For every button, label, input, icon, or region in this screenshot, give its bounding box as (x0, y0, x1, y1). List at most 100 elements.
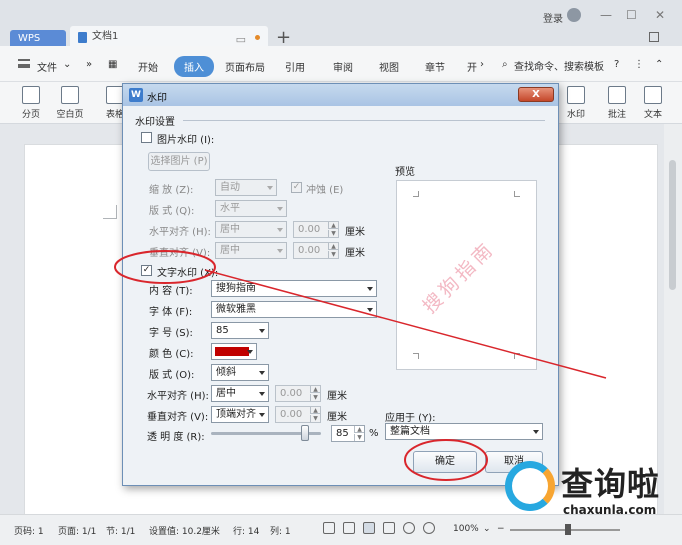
menu-item-home[interactable]: 开始 (138, 59, 158, 74)
close-button[interactable]: X (518, 87, 554, 102)
spin-up-icon[interactable]: ▲ (328, 243, 338, 250)
ribbon-label: 文本 (643, 110, 662, 120)
spin-down-icon[interactable]: ▼ (354, 434, 364, 441)
web-view-icon[interactable] (403, 522, 415, 534)
avatar-icon[interactable] (567, 8, 581, 22)
font-select[interactable]: 微软雅黑 (211, 301, 377, 318)
picture-valign-value: 居中 (220, 245, 240, 256)
picture-watermark-checkbox[interactable] (141, 132, 152, 143)
size-select[interactable]: 85 (211, 322, 269, 339)
minimize-icon[interactable]: — (600, 8, 612, 22)
grid-icon[interactable]: ▦ (108, 59, 117, 70)
command-search[interactable]: 查找命令、搜索模板 (514, 58, 604, 73)
scale-select[interactable]: 自动 (215, 179, 277, 196)
ribbon-watermark[interactable]: 水印 (561, 86, 591, 120)
washout-checkbox[interactable]: ✓ (291, 182, 302, 193)
picture-halign-select[interactable]: 居中 (215, 221, 287, 238)
chevron-down-icon[interactable]: ⌄ (483, 524, 491, 534)
menu-icon[interactable] (18, 59, 30, 68)
wps-logo-icon: W (129, 88, 143, 102)
close-window-icon[interactable]: ✕ (655, 8, 665, 22)
comment-icon (608, 86, 626, 104)
zoom-level[interactable]: 100% (453, 524, 479, 534)
status-page: 页码: 1 (14, 527, 44, 537)
magnifier-logo-icon (505, 461, 555, 511)
eye-protect-icon[interactable] (423, 522, 435, 534)
text-halign-label: 水平对齐 (H): (147, 391, 209, 402)
menu-item-layout[interactable]: 页面布局 (225, 59, 265, 74)
login-link[interactable]: 登录 (543, 10, 563, 25)
ribbon-comment[interactable]: 批注 (603, 86, 631, 120)
text-layout-select[interactable]: 倾斜 (211, 364, 269, 381)
page-view-icon[interactable] (363, 522, 375, 534)
spin-down-icon[interactable]: ▼ (328, 230, 338, 237)
search-icon[interactable]: ⌕ (502, 59, 508, 70)
status-row: 行: 14 (233, 527, 260, 537)
spin-down-icon[interactable]: ▼ (310, 415, 320, 422)
new-tab-button[interactable]: + (276, 27, 291, 48)
menu-item-references[interactable]: 引用 (285, 59, 305, 74)
picture-valign-spinner[interactable]: 0.00 ▲ ▼ (293, 242, 339, 259)
content-label: 内 容 (T): (149, 286, 193, 297)
picture-halign-spinner[interactable]: 0.00 ▲ ▼ (293, 221, 339, 238)
chevron-down-icon (259, 329, 265, 333)
page-break-icon (22, 86, 40, 104)
spin-down-icon[interactable]: ▼ (328, 251, 338, 258)
chevron-right-icon[interactable]: › (480, 59, 484, 70)
more-options-icon[interactable]: ⋮ (634, 59, 644, 70)
picture-halign-label: 水平对齐 (H): (149, 227, 211, 238)
preview-label: 预览 (395, 167, 415, 178)
help-icon[interactable]: ? (614, 59, 619, 70)
transparency-spinner[interactable]: 85 ▲ ▼ (331, 425, 365, 442)
menu-item-review[interactable]: 审阅 (333, 59, 353, 74)
ok-button[interactable]: 确定 (413, 451, 477, 473)
zoom-slider-thumb[interactable] (565, 524, 571, 535)
spin-up-icon[interactable]: ▲ (310, 407, 320, 414)
transparency-slider-thumb[interactable] (301, 425, 309, 441)
spin-up-icon[interactable]: ▲ (354, 426, 364, 433)
apply-to-label: 应用于 (Y): (385, 413, 436, 424)
menu-item-view[interactable]: 视图 (379, 59, 399, 74)
menu-file[interactable]: 文件 (37, 59, 57, 74)
picture-layout-select[interactable]: 水平 (215, 200, 287, 217)
text-halign-spinner[interactable]: 0.00 ▲ ▼ (275, 385, 321, 402)
select-picture-button[interactable]: 选择图片 (P) (148, 152, 210, 171)
text-valign-spinner[interactable]: 0.00 ▲ ▼ (275, 406, 321, 423)
apply-to-select[interactable]: 整篇文档 (385, 423, 543, 440)
menu-more[interactable]: » (86, 59, 92, 70)
size-label: 字 号 (S): (149, 328, 193, 339)
reading-view-icon[interactable] (383, 522, 395, 534)
text-watermark-checkbox[interactable]: ✓ (141, 265, 152, 276)
text-valign-select[interactable]: 顶端对齐 (211, 406, 269, 423)
spin-up-icon[interactable]: ▲ (310, 386, 320, 393)
wps-tab-label: WPS (18, 33, 41, 44)
spin-up-icon[interactable]: ▲ (328, 222, 338, 229)
chevron-down-icon[interactable]: ⌄ (63, 59, 71, 70)
menu-item-section[interactable]: 章节 (425, 59, 445, 74)
picture-halign-value: 居中 (220, 224, 240, 235)
percent-label: % (369, 428, 379, 439)
maximize-icon[interactable]: ☐ (626, 8, 637, 22)
menu-item-more[interactable]: 开 (467, 59, 477, 74)
outline-view-icon[interactable] (343, 522, 355, 534)
ribbon-page-break[interactable]: 分页 (14, 86, 48, 120)
window-layout-icon[interactable] (649, 32, 659, 42)
menu-item-insert[interactable]: 插入 (174, 56, 214, 77)
text-valign-num: 0.00 (280, 409, 303, 420)
document-tab[interactable]: 文档1 ▭ (70, 26, 268, 48)
ribbon-blank-page[interactable]: 空白页 (52, 86, 88, 120)
collapse-ribbon-icon[interactable]: ⌃ (655, 59, 663, 70)
scrollbar-thumb[interactable] (669, 160, 676, 290)
text-halign-value: 居中 (216, 388, 236, 399)
dialog-title-bar[interactable]: W 水印 X (123, 84, 558, 106)
content-select[interactable]: 搜狗指南 (211, 280, 377, 297)
picture-valign-select[interactable]: 居中 (215, 242, 287, 259)
text-valign-value: 顶端对齐 (216, 409, 256, 420)
spin-down-icon[interactable]: ▼ (310, 394, 320, 401)
chevron-down-icon (259, 413, 265, 417)
fullscreen-icon[interactable] (323, 522, 335, 534)
zoom-out-icon[interactable]: − (497, 524, 505, 534)
text-halign-select[interactable]: 居中 (211, 385, 269, 402)
color-picker[interactable] (211, 343, 257, 360)
ribbon-textbox[interactable]: 文本 (640, 86, 666, 120)
